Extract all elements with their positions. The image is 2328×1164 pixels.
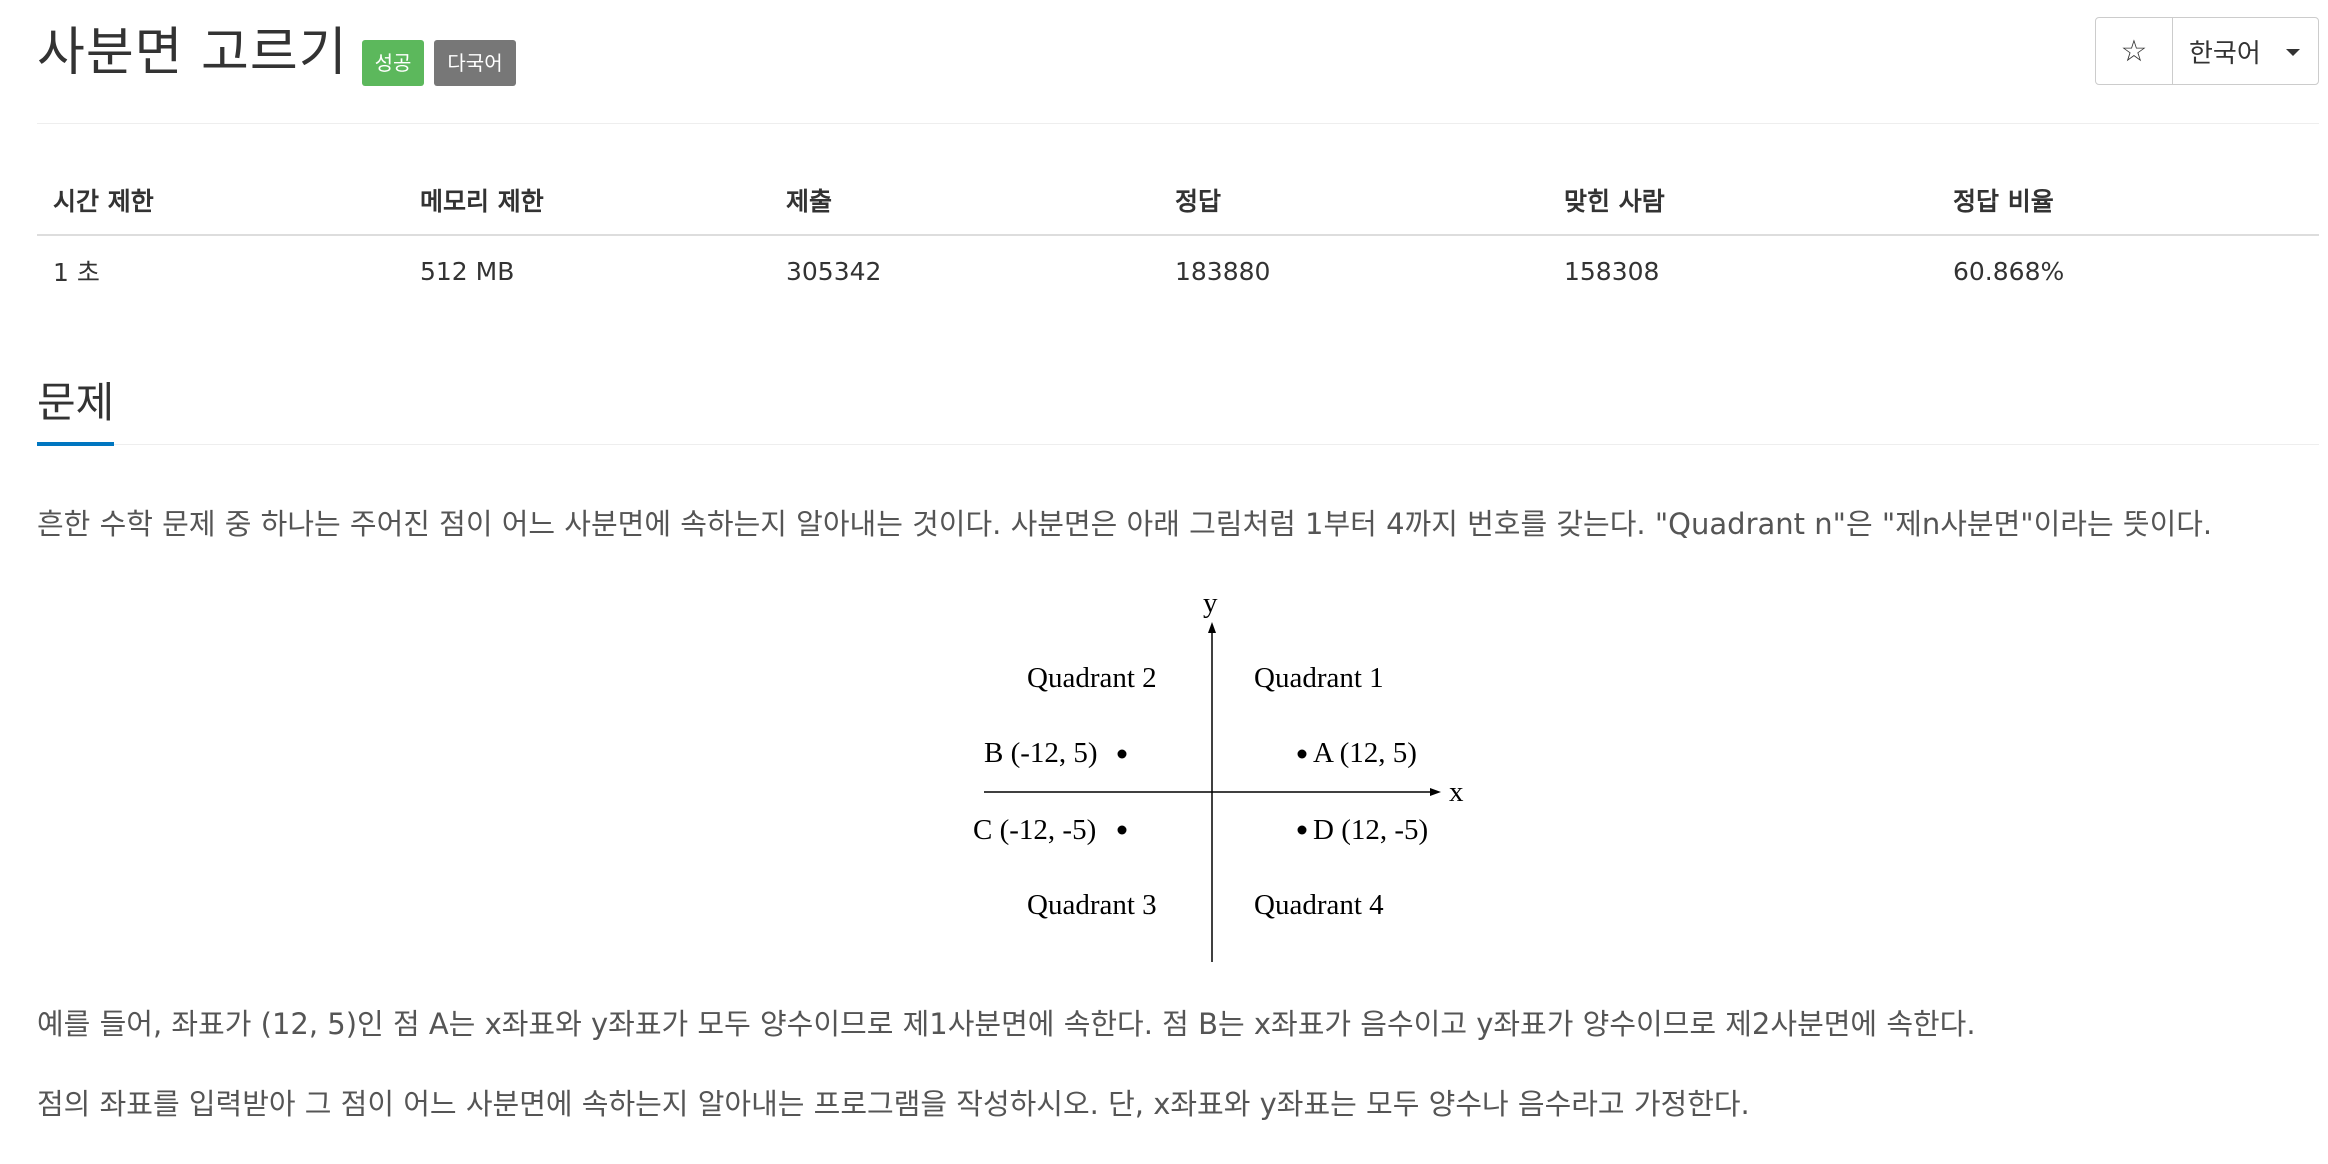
section-title: 문제 <box>37 373 115 446</box>
header-submissions: 제출 <box>770 166 1159 236</box>
star-icon: ☆ <box>2120 33 2148 69</box>
favorite-star-button[interactable]: ☆ <box>2096 18 2173 84</box>
point-d-dot <box>1297 825 1307 835</box>
language-label: 한국어 <box>2189 38 2261 69</box>
point-b-dot <box>1117 749 1127 759</box>
title-row: 사분면 고르기 성공 다국어 <box>37 18 516 88</box>
point-a-label: A (12, 5) <box>1313 737 1417 769</box>
quadrant-diagram: y x Quadrant 2 Quadrant 1 Quadrant 3 Qua… <box>927 578 1487 964</box>
problem-description-2: 예를 들어, 좌표가 (12, 5)인 점 A는 x좌표와 y좌표가 모두 양수… <box>37 1007 1976 1041</box>
header-memory-limit: 메모리 제한 <box>404 166 770 236</box>
language-dropdown[interactable]: 한국어 <box>2173 18 2318 84</box>
solvers-value: 158308 <box>1564 256 1660 286</box>
memory-limit-value: 512 MB <box>420 256 515 286</box>
table-row: 1 초 512 MB 305342 183880 158308 60.868% <box>37 235 2319 306</box>
header-accepted: 정답 <box>1159 166 1548 236</box>
header-time-limit: 시간 제한 <box>37 166 404 236</box>
header-accept-ratio: 정답 비율 <box>1937 166 2319 236</box>
accepted-value: 183880 <box>1175 256 1271 286</box>
header-divider <box>37 123 2319 124</box>
quadrant-diagram-svg: y x Quadrant 2 Quadrant 1 Quadrant 3 Qua… <box>973 587 1464 962</box>
point-c-label: C (-12, -5) <box>973 814 1096 846</box>
problem-info-table: 시간 제한 메모리 제한 제출 정답 맞힌 사람 정답 비율 1 초 512 M… <box>37 166 2319 306</box>
x-axis-label: x <box>1449 776 1464 808</box>
y-axis-arrow-icon <box>1208 622 1216 633</box>
quadrant-1-label: Quadrant 1 <box>1254 662 1384 694</box>
quadrant-4-label: Quadrant 4 <box>1254 889 1384 921</box>
table-header-row: 시간 제한 메모리 제한 제출 정답 맞힌 사람 정답 비율 <box>37 166 2319 236</box>
chevron-down-icon <box>2286 49 2300 56</box>
time-limit-value: 1 초 <box>53 258 100 287</box>
point-b-label: B (-12, 5) <box>984 737 1098 769</box>
point-d-label: D (12, -5) <box>1313 814 1428 846</box>
submissions-value: 305342 <box>786 256 882 286</box>
page-title: 사분면 고르기 <box>37 23 348 83</box>
accept-ratio-value: 60.868% <box>1953 256 2065 286</box>
point-c-dot <box>1117 825 1127 835</box>
y-axis-label: y <box>1203 587 1218 619</box>
success-badge[interactable]: 성공 <box>361 40 425 86</box>
point-a-dot <box>1297 749 1307 759</box>
problem-page: 사분면 고르기 성공 다국어 ☆ 한국어 시간 제한 메모리 제한 제출 정답 <box>37 0 2319 1164</box>
problem-description-3: 점의 좌표를 입력받아 그 점이 어느 사분면에 속하는지 알아내는 프로그램을… <box>37 1087 1750 1121</box>
quadrant-3-label: Quadrant 3 <box>1027 889 1157 921</box>
header-solvers: 맞힌 사람 <box>1548 166 1937 236</box>
x-axis-arrow-icon <box>1430 788 1441 796</box>
header-button-group: ☆ 한국어 <box>2095 17 2319 85</box>
multilang-badge[interactable]: 다국어 <box>434 40 516 86</box>
quadrant-2-label: Quadrant 2 <box>1027 662 1157 694</box>
problem-section-heading: 문제 <box>37 370 2319 446</box>
problem-description-1: 흔한 수학 문제 중 하나는 주어진 점이 어느 사분면에 속하는지 알아내는 … <box>37 507 2213 541</box>
